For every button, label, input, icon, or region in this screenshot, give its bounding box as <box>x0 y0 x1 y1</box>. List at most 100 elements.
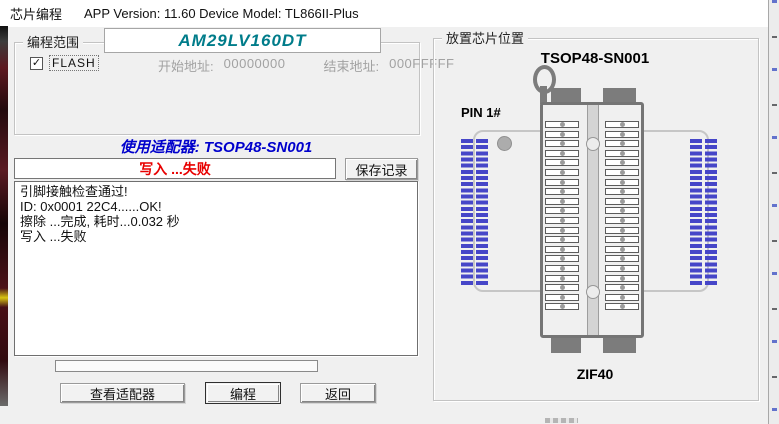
address-spacer <box>295 56 313 75</box>
slot-contact-dot <box>620 218 625 223</box>
log-line: 擦除 ...完成, 耗时...0.032 秒 <box>20 214 412 229</box>
socket-slot <box>545 159 579 166</box>
socket-slot <box>545 227 579 234</box>
pin1-label: PIN 1# <box>461 105 501 120</box>
slot-contact-dot <box>620 276 625 281</box>
slot-contact-dot <box>560 295 565 300</box>
socket-slots-right <box>605 121 639 313</box>
slot-contact-dot <box>620 160 625 165</box>
socket-slot <box>605 121 639 128</box>
slot-contact-dot <box>560 141 565 146</box>
slot-contact-dot <box>620 208 625 213</box>
socket-slot <box>605 140 639 147</box>
socket-slot <box>605 275 639 282</box>
slot-contact-dot <box>560 266 565 271</box>
background-window-artifacts <box>772 0 777 424</box>
address-range-row: 开始地址: 00000000 结束地址: 000FFFFF <box>158 56 455 75</box>
socket-slot <box>545 303 579 310</box>
slot-contact-dot <box>560 218 565 223</box>
socket-tab-bottom-left <box>551 336 581 353</box>
slot-contact-dot <box>620 180 625 185</box>
socket-slot <box>545 150 579 157</box>
channel-screw-bottom <box>586 285 600 299</box>
channel-screw-top <box>586 137 600 151</box>
flash-checkbox-label[interactable]: FLASH <box>49 55 99 71</box>
slot-contact-dot <box>620 256 625 261</box>
socket-slot <box>545 236 579 243</box>
slot-contact-dot <box>620 132 625 137</box>
slot-contact-dot <box>620 199 625 204</box>
socket-slot <box>545 284 579 291</box>
slot-contact-dot <box>560 237 565 242</box>
socket-slot <box>545 246 579 253</box>
slot-contact-dot <box>620 247 625 252</box>
slot-contact-dot <box>560 151 565 156</box>
socket-slot <box>545 217 579 224</box>
pin-column <box>476 139 488 287</box>
slot-contact-dot <box>620 285 625 290</box>
slot-contact-dot <box>560 247 565 252</box>
socket-slot <box>605 227 639 234</box>
back-button[interactable]: 返回 <box>300 383 376 403</box>
view-adapter-button[interactable]: 查看适配器 <box>60 383 185 403</box>
socket-slot <box>545 131 579 138</box>
slot-contact-dot <box>560 170 565 175</box>
programming-range-label: 编程范围 <box>23 35 83 50</box>
flash-checkbox-row[interactable]: ✓ FLASH <box>30 55 99 71</box>
pin-column <box>705 139 717 287</box>
slot-contact-dot <box>560 228 565 233</box>
slot-contact-dot <box>560 285 565 290</box>
socket-slot <box>605 150 639 157</box>
end-address-label: 结束地址: <box>323 56 379 75</box>
window-title: 芯片编程 <box>10 4 62 23</box>
socket-slot <box>605 169 639 176</box>
slot-contact-dot <box>620 304 625 309</box>
slot-contact-dot <box>560 304 565 309</box>
slot-contact-dot <box>560 132 565 137</box>
program-button[interactable]: 编程 <box>205 382 281 404</box>
socket-slot <box>605 207 639 214</box>
socket-slot <box>605 246 639 253</box>
window-subtitle: APP Version: 11.60 Device Model: TL866II… <box>84 6 359 21</box>
pin1-marker-dot <box>497 136 512 151</box>
slot-contact-dot <box>560 276 565 281</box>
socket-slot <box>605 159 639 166</box>
start-address-value: 00000000 <box>224 56 286 75</box>
slot-contact-dot <box>620 141 625 146</box>
socket-slots-left <box>545 121 579 313</box>
slot-contact-dot <box>560 189 565 194</box>
slot-contact-dot <box>620 228 625 233</box>
log-line: 引脚接触检查通过! <box>20 184 412 199</box>
socket-slot <box>605 303 639 310</box>
socket-slot <box>545 265 579 272</box>
flash-checkbox[interactable]: ✓ <box>30 57 43 70</box>
save-log-button[interactable]: 保存记录 <box>345 158 418 180</box>
slot-contact-dot <box>620 237 625 242</box>
log-output-area[interactable]: 引脚接触检查通过!ID: 0x0001 22C4......OK!擦除 ...完… <box>14 181 418 356</box>
socket-slot <box>545 198 579 205</box>
adapter-in-use-label: 使用适配器: TSOP48-SN001 <box>14 136 418 157</box>
socket-slot <box>605 284 639 291</box>
socket-slot <box>605 179 639 186</box>
socket-slot <box>605 236 639 243</box>
slot-contact-dot <box>560 256 565 261</box>
socket-tab-bottom-right <box>603 336 636 353</box>
slot-contact-dot <box>560 199 565 204</box>
log-line: 写入 ...失败 <box>20 229 412 244</box>
slot-contact-dot <box>560 122 565 127</box>
window-titlebar: 芯片编程 APP Version: 11.60 Device Model: TL… <box>0 0 768 27</box>
background-bottom-artifact <box>545 418 578 423</box>
socket-slot <box>545 169 579 176</box>
log-line: ID: 0x0001 22C4......OK! <box>20 199 412 214</box>
socket-slot <box>545 188 579 195</box>
socket-name: ZIF40 <box>433 366 757 382</box>
socket-slot <box>545 140 579 147</box>
slot-contact-dot <box>560 160 565 165</box>
socket-slot <box>605 255 639 262</box>
socket-slot <box>605 198 639 205</box>
desktop-background-sliver <box>0 26 8 406</box>
socket-slot <box>545 179 579 186</box>
progress-bar <box>55 360 318 372</box>
tsop-pads-left <box>461 139 488 287</box>
adapter-title: TSOP48-SN001 <box>433 50 757 67</box>
